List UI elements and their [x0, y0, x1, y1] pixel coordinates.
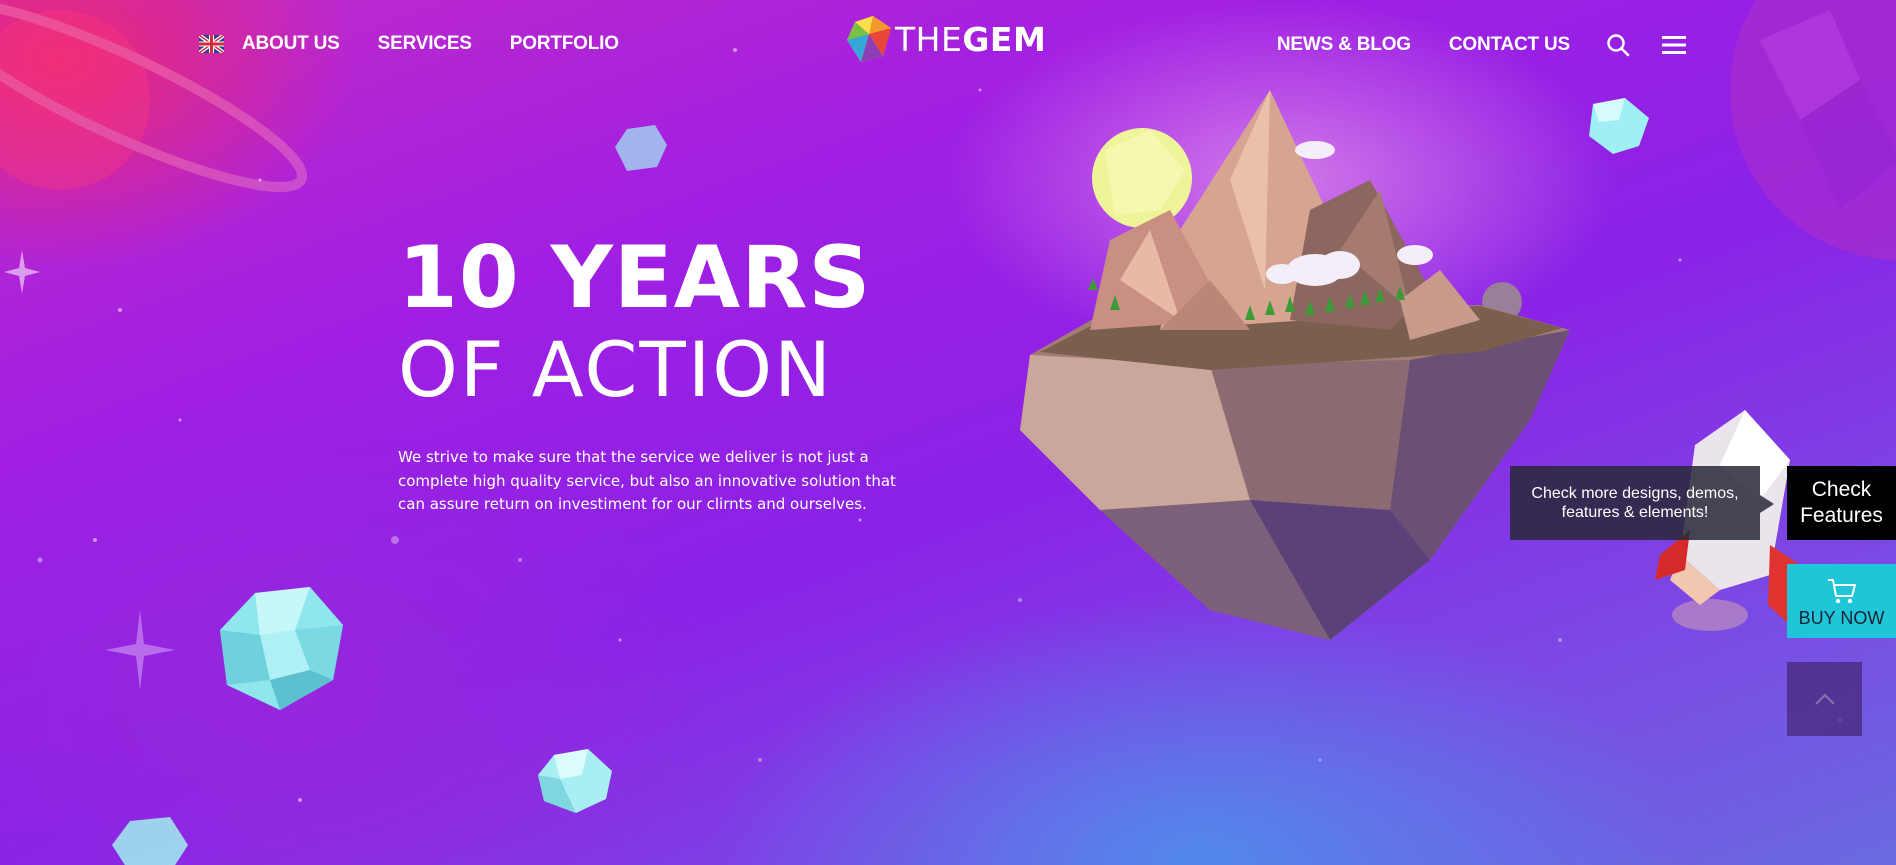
crystal-topright-art [1589, 98, 1649, 154]
gem-logo-icon [847, 16, 891, 62]
scroll-to-top-button[interactable] [1787, 662, 1862, 736]
crystal-small-art [538, 749, 612, 813]
hero-subtitle: OF ACTION [398, 325, 833, 414]
crystal-bottom-art [112, 817, 188, 865]
primary-nav-right: NEWS & BLOG CONTACT US [1239, 33, 1686, 57]
chevron-up-icon [1814, 693, 1835, 705]
hero-stage: ABOUT US SERVICES PORTFOLIO THEGEM NEWS … [0, 0, 1896, 865]
logo-wordmark: THEGEM [895, 20, 1046, 59]
crystal-large-art [220, 587, 343, 710]
cart-icon [1827, 579, 1856, 604]
star-field [0, 0, 1896, 802]
features-tooltip: Check more designs, demos, features & el… [1510, 466, 1760, 540]
floating-island-art [1020, 90, 1570, 640]
hero-section: 10 YEARS OF ACTION We strive to make sur… [398, 232, 918, 532]
buy-now-label: BUY NOW [1798, 608, 1885, 628]
nav-link-news-blog[interactable]: NEWS & BLOG [1277, 34, 1411, 56]
buy-now-button[interactable]: BUY NOW [1787, 564, 1896, 638]
logo-suffix: GEM [962, 19, 1047, 59]
search-icon[interactable] [1606, 33, 1630, 57]
nav-link-services[interactable]: SERVICES [378, 33, 472, 55]
site-logo[interactable]: THEGEM [845, 16, 1046, 62]
hero-title: 10 YEARS [398, 228, 872, 328]
check-features-button[interactable]: Check Features [1787, 466, 1896, 540]
nav-link-portfolio[interactable]: PORTFOLIO [510, 33, 619, 55]
primary-nav-left: ABOUT US SERVICES PORTFOLIO [199, 33, 657, 55]
menu-icon[interactable] [1662, 35, 1686, 55]
hero-description: We strive to make sure that the service … [398, 448, 896, 513]
nav-link-about-us[interactable]: ABOUT US [242, 33, 340, 55]
flag-uk-icon[interactable] [199, 35, 224, 53]
crystal-blur-art [615, 125, 667, 171]
tooltip-arrow [1760, 495, 1774, 513]
nav-link-contact-us[interactable]: CONTACT US [1449, 34, 1570, 56]
logo-prefix: THE [895, 19, 963, 59]
